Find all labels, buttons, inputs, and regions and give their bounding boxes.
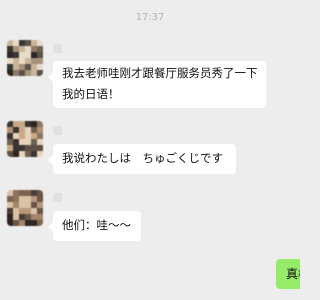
chat-window: 17:37 我去老师哇刚才跟餐厅服务员秀了一下 我的日语！ 我说わたしは ちゅご… [0,0,300,300]
message-text: 我的日语！ [62,87,120,101]
avatar[interactable] [7,190,43,226]
message-bubble[interactable]: 我去老师哇刚才跟餐厅服务员秀了一下 我的日语！ [48,61,266,108]
avatar[interactable] [7,121,43,157]
message-text: 我说わたしは ちゅごくじです [62,151,223,165]
avatar-pixel [37,151,43,157]
outgoing-message-bubble[interactable]: 真棒 [276,259,300,289]
sender-name-placeholder [53,126,62,135]
sender-name-placeholder [53,44,62,53]
sender-name-placeholder [53,193,62,202]
avatar-pixel [37,70,43,76]
avatar[interactable] [7,40,43,76]
message-timestamp: 17:37 [135,12,165,23]
message-text: 我去老师哇刚才跟餐厅服务员秀了一下 [62,66,258,80]
message-bubble[interactable]: 他们：哇～～ [48,211,141,241]
message-bubble[interactable]: 我说わたしは ちゅごくじです [48,144,236,174]
avatar-pixel [37,220,43,226]
message-text: 他们：哇～～ [62,218,131,232]
